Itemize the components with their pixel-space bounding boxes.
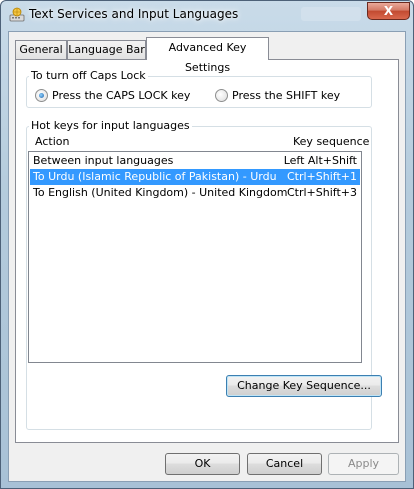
close-icon: X	[383, 4, 394, 18]
change-key-sequence-button[interactable]: Change Key Sequence...	[226, 375, 382, 397]
hotkeys-group-label: Hot keys for input languages	[29, 119, 192, 132]
close-button[interactable]: X	[367, 2, 410, 20]
tab-language-bar[interactable]: Language Bar	[67, 40, 146, 59]
list-item-key: Ctrl+Shift+3	[286, 186, 357, 199]
radio-caps-lock-label: Press the CAPS LOCK key	[52, 89, 191, 102]
list-item-action: Between input languages	[33, 154, 174, 167]
keyboard-globe-icon	[9, 7, 25, 23]
radio-shift-label: Press the SHIFT key	[232, 89, 341, 102]
column-header-key-sequence: Key sequence	[293, 135, 370, 148]
column-header-action: Action	[35, 135, 70, 148]
tab-advanced-key-settings[interactable]: Advanced Key Settings	[146, 37, 269, 74]
dialog-client-area: General Language Bar Advanced Key Settin…	[8, 31, 406, 482]
title-bar-reflection	[301, 7, 361, 21]
dialog-window: Text Services and Input Languages X Gene…	[0, 0, 414, 489]
list-item-action: To English (United Kingdom) - United Kin…	[33, 186, 288, 199]
radio-shift-key[interactable]: Press the SHIFT key	[215, 89, 340, 102]
list-item-action: To Urdu (Islamic Republic of Pakistan) -…	[33, 170, 277, 183]
radio-unchecked-icon	[215, 89, 228, 102]
list-item[interactable]: To English (United Kingdom) - United Kin…	[30, 185, 360, 201]
list-item[interactable]: Between input languages Left Alt+Shift	[30, 153, 360, 169]
tab-panel: To turn off Caps Lock Press the CAPS LOC…	[15, 59, 399, 443]
radio-checked-icon	[35, 89, 48, 102]
title-bar[interactable]: Text Services and Input Languages X	[1, 1, 413, 29]
caps-lock-group-label: To turn off Caps Lock	[29, 69, 148, 82]
tab-general[interactable]: General	[15, 40, 67, 59]
hotkeys-list[interactable]: Between input languages Left Alt+Shift T…	[28, 151, 362, 363]
list-item-key: Ctrl+Shift+1	[286, 170, 357, 183]
window-title: Text Services and Input Languages	[29, 7, 239, 21]
apply-button[interactable]: Apply	[328, 453, 399, 475]
list-item-selected[interactable]: To Urdu (Islamic Republic of Pakistan) -…	[30, 169, 360, 185]
ok-button[interactable]: OK	[165, 453, 240, 475]
radio-caps-lock-key[interactable]: Press the CAPS LOCK key	[35, 89, 190, 102]
cancel-button[interactable]: Cancel	[247, 453, 322, 475]
list-item-key: Left Alt+Shift	[283, 154, 357, 167]
